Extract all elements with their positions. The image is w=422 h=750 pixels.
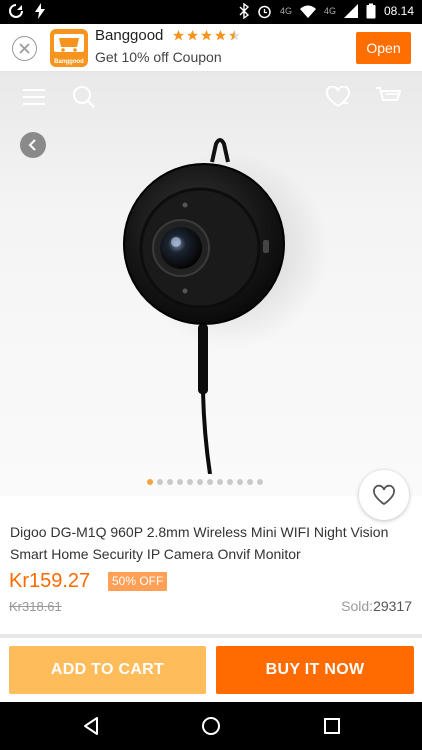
sold-label: Sold:	[341, 598, 374, 614]
pagination-dot[interactable]	[237, 479, 243, 485]
add-to-wishlist-button[interactable]	[359, 470, 409, 520]
system-nav-bar	[0, 702, 422, 750]
product-price: Kr159.27	[9, 570, 91, 592]
open-app-button[interactable]: Open	[356, 32, 411, 64]
pagination-dot[interactable]	[177, 479, 183, 485]
coupon-text: Get 10% off Coupon	[95, 49, 222, 65]
top-nav	[0, 72, 422, 122]
app-install-banner: Banggood Banggood Get 10% off Coupon Ope…	[0, 24, 422, 72]
recents-nav-button[interactable]	[320, 714, 344, 738]
pagination-dot[interactable]	[217, 479, 223, 485]
heart-outline-icon	[373, 484, 395, 506]
wishlist-button[interactable]	[325, 84, 351, 110]
sync-icon	[8, 3, 24, 19]
bluetooth-icon	[239, 3, 249, 19]
flash-icon	[34, 3, 46, 19]
home-nav-button[interactable]	[199, 714, 223, 738]
sold-value: 29317	[373, 598, 412, 614]
pagination-dot[interactable]	[197, 479, 203, 485]
clock: 08.14	[383, 4, 414, 18]
product-title: Digoo DG-M1Q 960P 2.8mm Wireless Mini WI…	[10, 524, 389, 562]
status-bar: 4G 4G 08.14	[0, 0, 422, 24]
battery-icon	[366, 3, 376, 19]
star-icon	[201, 30, 212, 41]
pagination-dot[interactable]	[147, 479, 153, 485]
close-icon	[19, 43, 30, 54]
back-triangle-icon	[84, 717, 98, 735]
buy-now-button[interactable]: BUY IT NOW	[216, 646, 414, 694]
pagination-dot[interactable]	[157, 479, 163, 485]
logo-text: Banggood	[54, 59, 84, 65]
sold-count: Sold:29317	[341, 598, 412, 614]
heart-icon	[325, 86, 351, 108]
gallery-pagination	[0, 479, 422, 485]
pagination-dot[interactable]	[167, 479, 173, 485]
back-nav-button[interactable]	[79, 714, 103, 738]
rating-stars	[172, 29, 241, 42]
search-button[interactable]	[71, 84, 97, 110]
add-to-cart-button[interactable]: ADD TO CART	[9, 646, 206, 694]
gallery-back-button[interactable]	[20, 132, 46, 158]
product-image-camera	[123, 138, 328, 474]
purchase-action-bar: ADD TO CART BUY IT NOW	[0, 638, 422, 702]
star-half-icon	[229, 30, 240, 41]
star-icon	[215, 30, 226, 41]
menu-button[interactable]	[21, 84, 47, 110]
pagination-dot[interactable]	[257, 479, 263, 485]
product-info: Digoo DG-M1Q 960P 2.8mm Wireless Mini WI…	[0, 496, 422, 634]
network-type-label: 4G	[279, 6, 292, 16]
pagination-dot[interactable]	[247, 479, 253, 485]
pagination-dot[interactable]	[207, 479, 213, 485]
original-price: Kr318.61	[9, 599, 62, 614]
star-icon	[173, 30, 184, 41]
pagination-dot[interactable]	[187, 479, 193, 485]
close-banner-button[interactable]	[12, 36, 37, 61]
cart-button[interactable]	[375, 84, 401, 110]
product-image-gallery[interactable]	[0, 72, 422, 496]
pagination-dot[interactable]	[227, 479, 233, 485]
signal-icon	[343, 4, 358, 18]
banggood-logo: Banggood	[50, 29, 88, 67]
chevron-left-icon	[28, 139, 36, 151]
home-circle-icon	[202, 717, 220, 735]
search-icon	[73, 86, 95, 108]
star-icon	[187, 30, 198, 41]
signal-type-label: 4G	[323, 6, 336, 16]
discount-badge: 50% OFF	[108, 572, 168, 591]
recents-square-icon	[324, 718, 340, 734]
wifi-icon	[299, 5, 316, 18]
app-name: Banggood	[95, 27, 164, 44]
menu-icon	[23, 89, 45, 105]
cart-icon	[376, 87, 401, 101]
cart-logo-icon	[54, 34, 84, 52]
alarm-icon	[257, 4, 272, 19]
